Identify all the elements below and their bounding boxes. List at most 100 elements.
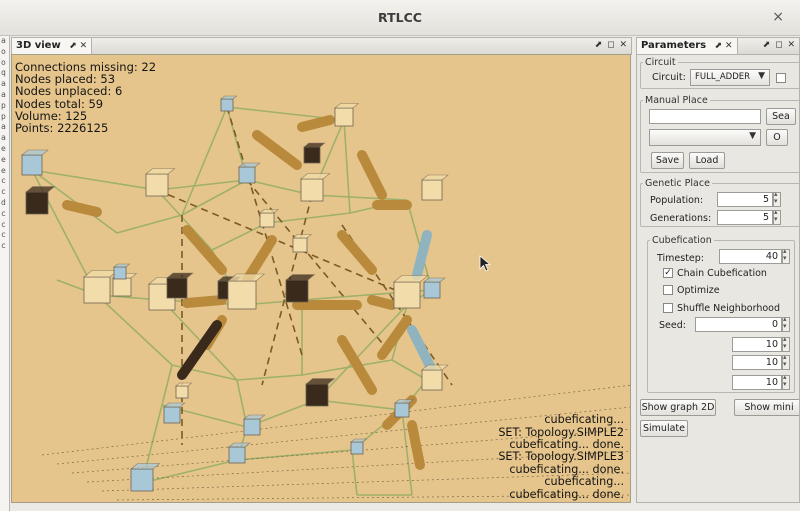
generations-spinner[interactable]: [773, 208, 781, 225]
strip-letter: a: [1, 79, 6, 89]
circuit-checkbox[interactable]: [776, 73, 786, 83]
log-line: cubeficating... done.: [509, 487, 624, 501]
stat-points: Points: 2226125: [15, 121, 109, 136]
link-cylinder: [62, 200, 102, 217]
optimize-checkbox[interactable]: [663, 285, 673, 295]
population-label: Population:: [650, 195, 704, 206]
node-cube-top: [350, 438, 368, 443]
chain-cubefication-checkbox[interactable]: ✓: [663, 268, 673, 278]
circuit-select[interactable]: FULL_ADDER ▼: [690, 69, 770, 86]
tab-parameters[interactable]: Parameters ⬈ ✕: [637, 38, 738, 55]
node-cube: [243, 418, 261, 436]
3d-viewport[interactable]: Connections missing: 22 Nodes placed: 53…: [11, 54, 631, 503]
strip-letter: a: [1, 36, 6, 45]
node-cube: [303, 146, 321, 164]
strip-letter: c: [1, 187, 6, 197]
node-cube: [25, 191, 49, 215]
param-input[interactable]: 10: [732, 355, 782, 370]
node-cube: [227, 280, 257, 310]
graph-edge: [161, 364, 173, 406]
show-graph-2d-button[interactable]: Show graph 2D: [640, 399, 716, 416]
parameters-panel: Circuit Circuit: FULL_ADDER ▼ Manual Pla…: [636, 54, 800, 503]
chevron-down-icon: ▼: [749, 131, 756, 141]
genetic-place-legend: Genetic Place: [645, 178, 710, 189]
shuffle-neighborhood-label: Shuffle Neighborhood: [677, 303, 781, 314]
param-input[interactable]: 10: [732, 337, 782, 352]
population-input[interactable]: 5: [717, 192, 773, 207]
tab-3d-view-label: 3D view: [16, 40, 61, 51]
node-cube-top: [228, 442, 251, 448]
graph-edge: [181, 179, 248, 216]
node-cube: [334, 107, 354, 127]
seed-label: Seed:: [659, 320, 686, 331]
node-cube-top: [21, 149, 49, 156]
graph-edge: [181, 106, 228, 216]
node-cube: [285, 279, 309, 303]
node-cube: [305, 383, 329, 407]
node-cube-top: [163, 402, 186, 408]
node-cube: [228, 446, 246, 464]
tab-pin-close-icons[interactable]: ⬈ ✕: [715, 41, 733, 51]
view-panel-tabbar: 3D view ⬈ ✕ ⬈ ◻ ✕: [11, 37, 632, 55]
population-spinner[interactable]: [773, 190, 781, 207]
node-cube: [350, 441, 364, 455]
tab-pin-close-icons[interactable]: ⬈ ✕: [69, 41, 87, 51]
node-cube: [112, 277, 132, 297]
node-cube-top: [145, 168, 176, 175]
view-panel-controls[interactable]: ⬈ ◻ ✕: [595, 40, 628, 50]
save-button[interactable]: Save: [651, 152, 684, 169]
link-cylinder: [252, 130, 302, 170]
strip-letter: p: [1, 111, 6, 121]
generations-input[interactable]: 5: [717, 210, 773, 225]
node-cube-top: [166, 272, 194, 279]
simulate-button[interactable]: Simulate: [640, 420, 688, 437]
timestep-spinner[interactable]: [782, 247, 790, 264]
seed-input[interactable]: 0: [695, 317, 782, 332]
manual-place-select[interactable]: ▼: [649, 129, 761, 146]
show-mini-button[interactable]: Show mini: [734, 399, 799, 416]
circuit-select-value: FULL_ADDER: [695, 72, 751, 82]
timestep-input[interactable]: 40: [719, 249, 782, 264]
node-cube: [175, 385, 189, 399]
stat-nodes-total: Nodes total: 59: [15, 96, 104, 111]
graph-edge: [311, 194, 408, 201]
link-cylinder: [407, 325, 437, 375]
node-cube: [292, 237, 308, 253]
node-cube-top: [393, 275, 429, 283]
strip-letter: a: [1, 122, 6, 132]
graph-edge: [161, 299, 238, 381]
open-button[interactable]: O: [766, 129, 788, 146]
left-panel-strip: aooqaappaaeeeccdcccc: [0, 36, 10, 511]
strip-letter: c: [1, 230, 6, 240]
log-line: cubeficating...: [544, 475, 624, 489]
node-cube-top: [292, 234, 313, 239]
node-cube-top: [175, 382, 193, 387]
tab-3d-view[interactable]: 3D view ⬈ ✕: [12, 38, 93, 55]
strip-letter: o: [1, 46, 6, 56]
cubefication-legend: Cubefication: [652, 235, 712, 246]
param-spinner[interactable]: [782, 373, 790, 390]
check-icon: ✓: [664, 268, 672, 278]
node-cube: [113, 266, 127, 280]
node-cube-top: [259, 209, 280, 214]
strip-letter: c: [1, 241, 6, 251]
search-button[interactable]: Sea: [766, 108, 796, 125]
link-cylinder: [297, 115, 335, 132]
params-panel-controls[interactable]: ⬈ ◻ ✕: [763, 40, 796, 50]
seed-spinner[interactable]: [782, 315, 790, 332]
strip-letter: c: [1, 176, 6, 186]
param-spinner[interactable]: [782, 335, 790, 352]
manual-place-search-input[interactable]: [649, 109, 761, 124]
link-cylinder: [337, 230, 377, 275]
params-panel-tabbar: Parameters ⬈ ✕ ⬈ ◻ ✕: [636, 37, 800, 55]
window-title: RTLCC: [378, 10, 422, 25]
node-cube: [423, 281, 441, 299]
strip-letter: e: [1, 143, 6, 153]
param-spinner[interactable]: [782, 353, 790, 370]
load-button[interactable]: Load: [689, 152, 725, 169]
shuffle-neighborhood-checkbox[interactable]: [663, 303, 673, 313]
graph-edge: [211, 222, 268, 251]
param-input[interactable]: 10: [732, 375, 782, 390]
close-icon[interactable]: ×: [772, 9, 784, 25]
strip-letter: e: [1, 154, 6, 164]
